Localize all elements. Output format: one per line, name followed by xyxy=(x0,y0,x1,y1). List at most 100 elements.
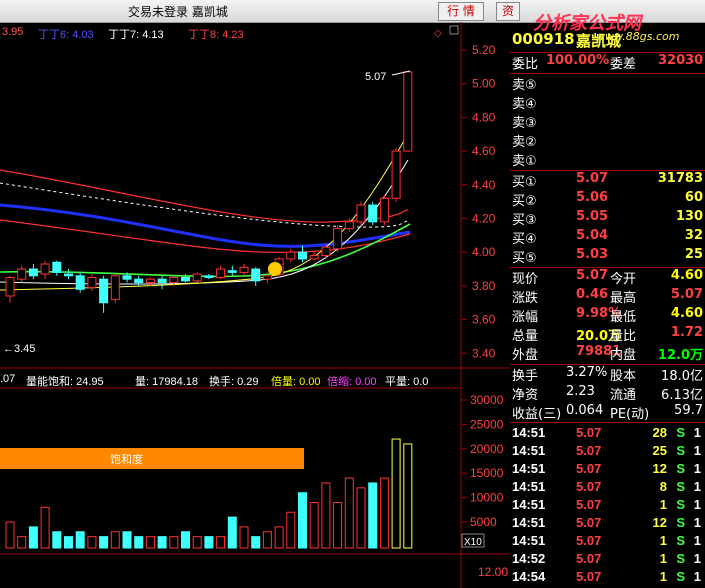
moving-averages xyxy=(0,129,411,291)
volume-bar xyxy=(64,536,73,549)
tick-side: S xyxy=(676,479,685,494)
candle-body xyxy=(52,261,62,273)
tick-volume: 12 xyxy=(652,515,667,530)
tick-count: 1 xyxy=(693,479,701,494)
stat-row: 外盘 79881 内盘 12.0万 xyxy=(510,344,705,363)
candle-body xyxy=(181,276,190,282)
stat-label: 现价 xyxy=(512,272,539,287)
stat-value: 59.7 xyxy=(674,403,703,418)
tick-volume: 1 xyxy=(659,533,667,548)
candle-body xyxy=(157,278,167,284)
volume-tick: 30000 xyxy=(470,393,504,407)
tick-price: 5.07 xyxy=(576,515,602,530)
ma-legend-item: 丁丁8: 4.23 xyxy=(188,29,244,41)
candle-body xyxy=(251,268,261,282)
volume-bar xyxy=(309,501,319,549)
stat-label: 涨幅 xyxy=(512,310,539,325)
volume-bar xyxy=(356,487,366,549)
stat-label: 量比 xyxy=(610,329,637,344)
tick-side: S xyxy=(676,443,685,458)
buy-price: 5.03 xyxy=(576,247,609,262)
tick-count: 1 xyxy=(693,569,701,584)
volume-bar xyxy=(333,501,343,549)
ma-legend-item: 丁丁7: 4.13 xyxy=(108,29,164,41)
tick-price: 5.07 xyxy=(576,425,602,440)
buy-volume: 25 xyxy=(684,247,703,262)
expand-icon[interactable] xyxy=(449,25,459,35)
price-tick: 3.40 xyxy=(472,346,496,360)
volume-bar xyxy=(239,526,249,549)
tick-volume: 1 xyxy=(659,551,667,566)
candle-body xyxy=(262,275,272,280)
candle-body xyxy=(5,276,15,297)
tick-time: 14:51 xyxy=(512,443,546,458)
stat-row: 总量 20.0万 量比 1.72 xyxy=(510,325,705,344)
volume-bar xyxy=(134,536,144,549)
sell-label: 卖⑤ xyxy=(512,78,537,93)
volume-bar xyxy=(192,536,202,549)
stat2-row: 换手 3.27% 股本 18.0亿 xyxy=(510,365,705,384)
tick-time: 14:51 xyxy=(512,515,546,530)
kline-chart[interactable]: 5.20 5.00 4.80 4.60 4.40 4.20 4.00 3.80 3.60 3.40… xyxy=(0,22,510,588)
buy-price: 5.04 xyxy=(576,228,609,243)
sell-row: 卖① xyxy=(510,150,705,169)
tick-volume: 12 xyxy=(652,461,667,476)
buy-row: 买④ 5.04 32 xyxy=(510,228,705,247)
volume-bar xyxy=(286,511,296,549)
tick-count: 1 xyxy=(693,461,701,476)
buy-label: 买③ xyxy=(512,213,537,228)
volume-indicator: 倍缩: 0.00 xyxy=(327,376,377,388)
volume-bar xyxy=(169,536,179,549)
volume-indicator: 换手: 0.29 xyxy=(209,376,259,388)
stock-header: 000918 嘉凯城 xyxy=(510,30,705,50)
volume-bar xyxy=(87,536,97,549)
stat-row: 涨跌 0.46 最高 5.07 xyxy=(510,287,705,306)
tick-price: 5.07 xyxy=(576,461,602,476)
stat-label: PE(动) xyxy=(610,407,650,422)
stat-value: 0.064 xyxy=(566,403,604,418)
diamond-icon[interactable]: ◇ xyxy=(434,28,442,39)
volume-bar xyxy=(274,526,284,549)
ma-legend-item: 3.95 xyxy=(2,26,24,38)
stat-label: 总量 xyxy=(512,329,539,344)
price-tick: 3.60 xyxy=(472,313,496,327)
stat-value: 3.27% xyxy=(566,365,608,380)
stat-value: 4.60 xyxy=(670,268,703,283)
tick-time: 14:51 xyxy=(512,497,546,512)
candle-body xyxy=(122,275,132,280)
buy-label: 买② xyxy=(512,194,537,209)
candle-body xyxy=(216,268,226,278)
saturation-bar xyxy=(0,448,304,469)
buy-volume: 31783 xyxy=(657,171,703,186)
tick-time: 14:54 xyxy=(512,569,546,584)
candle-body xyxy=(227,270,237,273)
candle-body xyxy=(403,71,413,152)
tick-count: 1 xyxy=(693,551,701,566)
candle-body xyxy=(145,278,155,284)
buy-price: 5.06 xyxy=(576,190,609,205)
quote-button[interactable]: 行 情 xyxy=(438,2,484,21)
stat-label: 今开 xyxy=(610,272,637,287)
volume-bar xyxy=(251,536,261,549)
tick-row: 14:52 5.07 1 S 1 xyxy=(510,551,705,569)
candle-body xyxy=(368,204,378,223)
sell-label: 卖② xyxy=(512,135,537,150)
stat-value: 18.0亿 xyxy=(661,369,703,384)
candle-body xyxy=(379,197,389,223)
candle-body xyxy=(356,204,366,223)
volume-indicator: 量能饱和: 24.95 xyxy=(26,376,104,388)
volume-bar xyxy=(52,531,62,549)
volume-bar xyxy=(227,516,237,549)
sell-row: 卖⑤ xyxy=(510,74,705,93)
low-price-mark: ←3.45 xyxy=(3,343,35,355)
buy-label: 买⑤ xyxy=(512,251,537,266)
candle-body xyxy=(99,278,109,304)
trade-button[interactable]: 资 xyxy=(496,2,520,21)
tick-row: 14:51 5.07 25 S 1 xyxy=(510,443,705,461)
window-title: 交易未登录 嘉凯城 xyxy=(128,5,228,19)
buy-label: 买① xyxy=(512,175,537,190)
volume-indicator: .07 xyxy=(0,373,16,385)
tick-row: 14:51 5.07 12 S 1 xyxy=(510,515,705,533)
stat2-row: 净资 2.23 流通 6.13亿 xyxy=(510,384,705,403)
candle-body xyxy=(321,246,331,257)
